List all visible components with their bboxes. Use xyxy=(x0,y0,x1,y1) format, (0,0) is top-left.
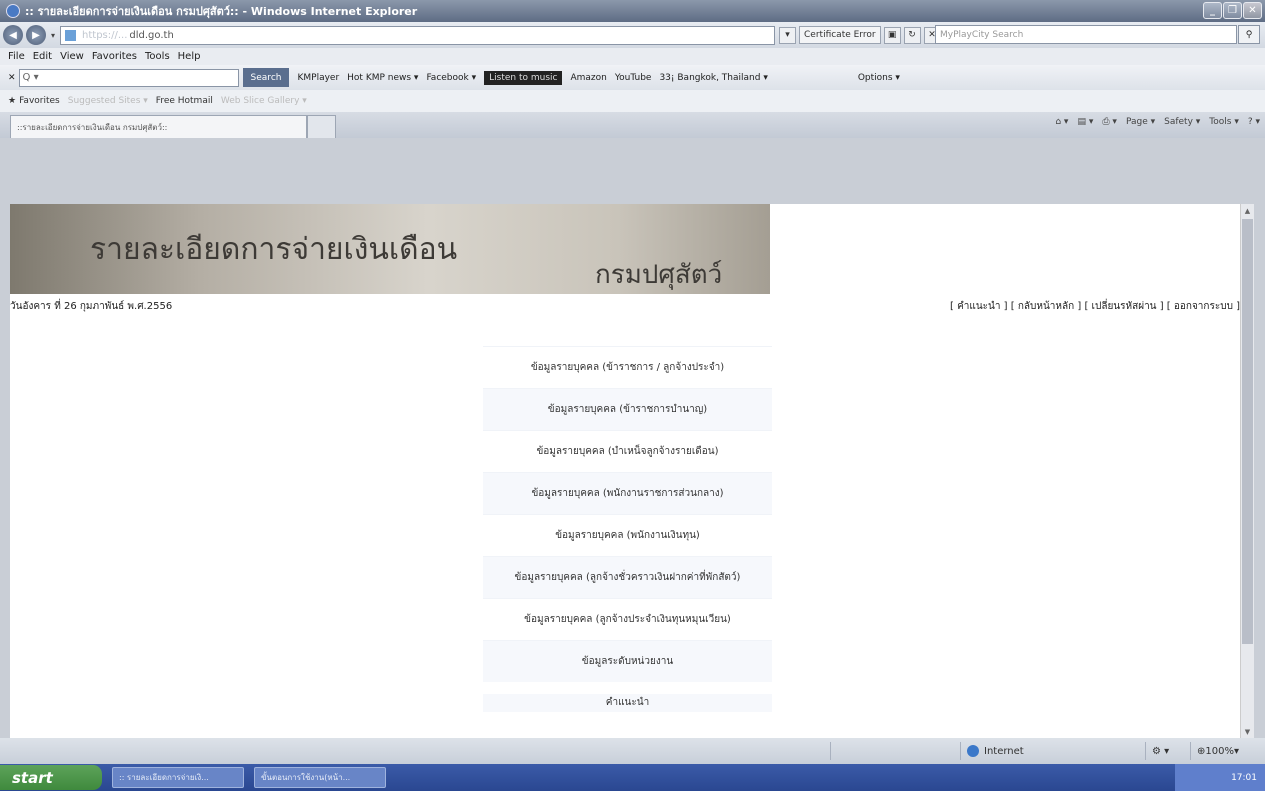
date-text: วันอังคาร ที่ 26 กุมภาพันธ์ พ.ศ.2556 xyxy=(10,301,173,312)
cmd-tools[interactable]: Tools ▾ xyxy=(1209,117,1239,127)
back-button[interactable]: ◀ xyxy=(3,25,23,45)
menu-link-instructions[interactable]: คำแนะนำ xyxy=(483,694,772,712)
protected-mode-icon[interactable]: ⚙ ▾ xyxy=(1145,742,1185,760)
menu-link-civil-servant[interactable]: ข้อมูลรายบุคคล (ข้าราชการ / ลูกจ้างประจำ… xyxy=(483,346,772,388)
tab-row: ::รายละเอียดการจ่ายเงินเดือน กรมปศุสัตว์… xyxy=(0,112,1265,138)
page-content: รายละเอียดการจ่ายเงินเดือน กรมปศุสัตว์ ว… xyxy=(10,204,1240,738)
menu-links: ข้อมูลรายบุคคล (ข้าราชการ / ลูกจ้างประจำ… xyxy=(483,346,772,706)
status-bar: Internet ⚙ ▾ ⊕ 100% ▾ xyxy=(0,738,1265,764)
title-bar: :: รายละเอียดการจ่ายเงินเดือน กรมปศุสัตว… xyxy=(0,0,1265,22)
toolbar-weather[interactable]: 33¡ Bangkok, Thailand ▾ xyxy=(659,73,767,83)
page-icon xyxy=(65,29,77,41)
toolbar-youtube[interactable]: YouTube xyxy=(615,73,652,83)
taskbar-item-ie[interactable]: :: รายละเอียดการจ่ายเงิ... xyxy=(112,767,244,788)
fav-web-slice-gallery[interactable]: Web Slice Gallery ▾ xyxy=(221,96,307,106)
favorites-bar: ★ Favorites Suggested Sites ▾ Free Hotma… xyxy=(0,90,1265,112)
refresh-icon[interactable]: ↻ xyxy=(903,26,921,44)
toolbar-music-player[interactable]: Listen to music xyxy=(484,70,563,85)
toolbar-search-button[interactable]: Search xyxy=(242,68,290,87)
ie-icon xyxy=(6,4,20,18)
tab-current[interactable]: ::รายละเอียดการจ่ายเงินเดือน กรมปศุสัตว์… xyxy=(10,115,307,138)
address-domain: dld.go.th xyxy=(129,29,174,41)
menu-link-monthly-gratuity[interactable]: ข้อมูลรายบุคคล (บำเหน็จลูกจ้างรายเดือน) xyxy=(483,430,772,472)
link-change-password[interactable]: [ เปลี่ยนรหัสผ่าน ] xyxy=(1084,301,1163,312)
status-panel xyxy=(830,742,870,760)
menu-view[interactable]: View xyxy=(60,51,84,62)
toolbar-options[interactable]: Options ▾ xyxy=(858,73,900,83)
fav-free-hotmail[interactable]: Free Hotmail xyxy=(156,96,213,106)
toolbar-amazon[interactable]: Amazon xyxy=(570,73,606,83)
link-help[interactable]: [ คำแนะนำ ] xyxy=(950,301,1008,312)
cmd-page[interactable]: Page ▾ xyxy=(1126,117,1155,127)
menu-link-fund-employee[interactable]: ข้อมูลรายบุคคล (พนักงานเงินทุน) xyxy=(483,514,772,556)
toolbar-facebook[interactable]: Facebook ▾ xyxy=(426,73,476,83)
scroll-up-icon[interactable]: ▲ xyxy=(1241,204,1254,217)
favorites-star-icon: ★ xyxy=(8,96,17,106)
certificate-error-button[interactable]: Certificate Error xyxy=(799,26,881,44)
menu-link-pensioner[interactable]: ข้อมูลรายบุคคล (ข้าราชการบำนาญ) xyxy=(483,388,772,430)
address-blurred: https://... xyxy=(82,29,128,41)
taskbar: start :: รายละเอียดการจ่ายเงิ... ขั้นตอน… xyxy=(0,764,1265,791)
top-links: [ คำแนะนำ ] [ กลับหน้าหลัก ] [ เปลี่ยนรห… xyxy=(950,299,1240,314)
link-logout[interactable]: [ ออกจากระบบ ] xyxy=(1167,301,1240,312)
maximize-button[interactable]: ❐ xyxy=(1223,2,1242,19)
history-dropdown-icon[interactable]: ▾ xyxy=(51,31,55,40)
banner-title: รายละเอียดการจ่ายเงินเดือน xyxy=(90,232,458,267)
status-zone: Internet xyxy=(960,742,1140,760)
scroll-down-icon[interactable]: ▼ xyxy=(1241,725,1254,738)
search-input[interactable]: MyPlayCity Search xyxy=(935,25,1237,44)
menu-link-temp-employee[interactable]: ข้อมูลรายบุคคล (ลูกจ้างชั่วคราวเงินฝากค่… xyxy=(483,556,772,598)
start-button[interactable]: start xyxy=(0,765,102,790)
vertical-scrollbar[interactable]: ▲ ▼ xyxy=(1240,204,1254,738)
taskbar-item-doc[interactable]: ขั้นตอนการใช้งาน(หน้า... xyxy=(254,767,386,788)
menu-file[interactable]: File xyxy=(8,51,25,62)
banner-department: กรมปศุสัตว์ xyxy=(595,260,723,290)
banner: รายละเอียดการจ่ายเงินเดือน กรมปศุสัตว์ xyxy=(10,204,770,294)
help-icon[interactable]: ? ▾ xyxy=(1248,117,1260,127)
compat-view-icon[interactable]: ▣ xyxy=(883,26,901,44)
scroll-thumb[interactable] xyxy=(1242,219,1253,644)
print-icon[interactable]: ⎙ ▾ xyxy=(1102,117,1117,127)
new-tab-button[interactable] xyxy=(307,115,336,138)
home-icon[interactable]: ⌂ ▾ xyxy=(1055,117,1068,127)
minimize-button[interactable]: _ xyxy=(1203,2,1222,19)
clock: 17:01 xyxy=(1231,772,1257,783)
menu-link-revolving-fund[interactable]: ข้อมูลรายบุคคล (ลูกจ้างประจำเงินทุนหมุนเ… xyxy=(483,598,772,640)
favorites-button[interactable]: Favorites xyxy=(19,96,60,106)
address-bar-row: ◀ ▶ ▾ https://... dld.go.th ▾ Certificat… xyxy=(0,22,1265,48)
menu-link-unit-level[interactable]: ข้อมูลระดับหน่วยงาน xyxy=(483,640,772,682)
zoom-control[interactable]: ⊕ 100% ▾ xyxy=(1190,742,1260,760)
address-dropdown-icon[interactable]: ▾ xyxy=(779,26,797,44)
address-field[interactable]: https://... dld.go.th xyxy=(60,25,776,45)
link-home[interactable]: [ กลับหน้าหลัก ] xyxy=(1011,301,1082,312)
menu-edit[interactable]: Edit xyxy=(33,51,52,62)
toolbar-search-input[interactable]: Q ▾ xyxy=(18,68,239,87)
forward-button[interactable]: ▶ xyxy=(26,25,46,45)
menu-link-gov-employee[interactable]: ข้อมูลรายบุคคล (พนักงานราชการส่วนกลาง) xyxy=(483,472,772,514)
menu-tools[interactable]: Tools xyxy=(145,51,170,62)
toolbar-row: ✕ Q ▾ Search KMPlayer Hot KMP news ▾ Fac… xyxy=(0,65,1265,90)
menu-favorites[interactable]: Favorites xyxy=(92,51,137,62)
window-title: :: รายละเอียดการจ่ายเงินเดือน กรมปศุสัตว… xyxy=(25,5,418,18)
search-icon[interactable]: ⚲ xyxy=(1238,25,1260,44)
toolbar-kmplayer[interactable]: KMPlayer xyxy=(297,73,339,83)
menu-help[interactable]: Help xyxy=(178,51,201,62)
close-button[interactable]: ✕ xyxy=(1243,2,1262,19)
menu-bar: File Edit View Favorites Tools Help xyxy=(0,48,1265,65)
globe-icon xyxy=(967,745,979,757)
toolbar-hot-kmp-news[interactable]: Hot KMP news ▾ xyxy=(347,73,418,83)
cmd-safety[interactable]: Safety ▾ xyxy=(1164,117,1200,127)
feeds-icon[interactable]: ▤ ▾ xyxy=(1077,117,1093,127)
close-toolbar-icon[interactable]: ✕ xyxy=(8,73,16,83)
fav-suggested-sites[interactable]: Suggested Sites ▾ xyxy=(68,96,148,106)
system-tray: 17:01 xyxy=(1175,764,1265,791)
